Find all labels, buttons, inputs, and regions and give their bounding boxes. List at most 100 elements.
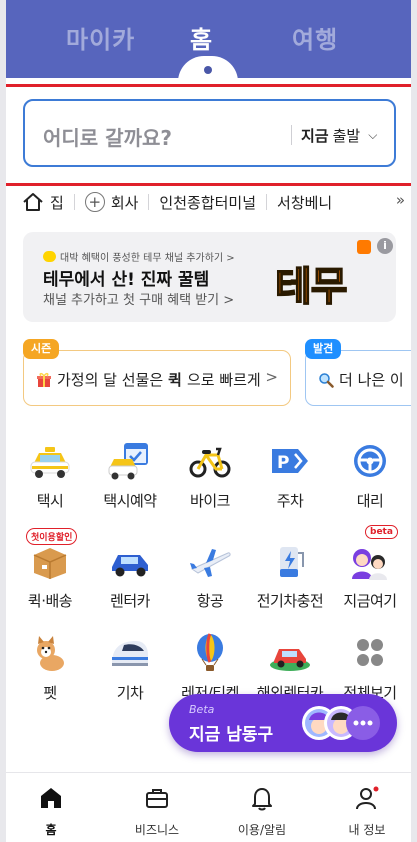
highlight-line-top [6, 84, 411, 87]
promo-text: 더 나은 이 [318, 369, 404, 390]
service-rent-car[interactable]: 렌터카 [94, 541, 166, 611]
favorite-places: 집 + 회사 인천종합터미널 서창베니 » [22, 190, 411, 214]
grid-icon [348, 633, 392, 673]
shortcut-incheon-terminal[interactable]: 인천종합터미널 [159, 192, 256, 213]
service-label: 바이크 [190, 492, 230, 510]
promo-text-bold: 퀵 [168, 371, 182, 389]
shortcut-seochang[interactable]: 서창베니 [277, 192, 332, 213]
service-driver[interactable]: 대리 [334, 441, 406, 511]
bell-icon [252, 788, 272, 811]
nav-label: 비즈니스 [134, 823, 180, 837]
service-label: 퀵·배송 [27, 592, 73, 610]
home-icon [41, 788, 61, 808]
service-ev-charging[interactable]: 전기차충전 [254, 541, 326, 611]
service-train[interactable]: 기차 [94, 633, 166, 703]
service-here-now[interactable]: 지금여기 [334, 541, 406, 611]
banner-title: 테무에서 산! 진짜 꿀템 [43, 270, 210, 290]
promo-tag: 발견 [305, 339, 342, 359]
promo-card-season[interactable]: 시즌 가정의 달 선물은 퀵 으로 빠르게 > [23, 339, 291, 406]
service-label: 주차 [276, 492, 304, 510]
shortcut-label: 인천종합터미널 [159, 193, 257, 212]
service-label: 지금여기 [343, 592, 397, 610]
service-flight[interactable]: 항공 [174, 541, 246, 611]
service-taxi-reservation[interactable]: 택시예약 [94, 441, 166, 511]
box-icon [28, 541, 72, 581]
service-label: 항공 [196, 592, 224, 610]
service-quick-delivery[interactable]: 퀵·배송 [14, 541, 86, 611]
parking-icon: P [268, 441, 312, 481]
service-bike[interactable]: 바이크 [174, 441, 246, 511]
promo-text-pre: 가정의 달 선물은 [57, 371, 164, 389]
service-pet[interactable]: 펫 [14, 633, 86, 703]
divider [148, 194, 150, 210]
service-view-all[interactable]: 전체보기 [334, 633, 406, 703]
shortcut-label: 서창베니 [277, 193, 333, 212]
banner-caption-text: 대박 혜택이 풍성한 테무 채널 추가하기 > [60, 253, 235, 264]
overseas-car-icon [268, 633, 312, 673]
shortcut-home[interactable]: 집 [22, 192, 64, 213]
bottom-navigation: 홈 비즈니스 이용/알림 내 정보 [6, 772, 411, 842]
nav-label: 내 정보 [348, 823, 386, 837]
magnifier-icon [319, 372, 334, 388]
kakao-chat-icon [43, 251, 56, 262]
ev-charger-icon [268, 541, 312, 581]
plus-icon: + [84, 192, 105, 212]
car-icon [108, 541, 152, 581]
service-leisure-ticket[interactable]: 레저/티켓 [174, 633, 246, 703]
promo-text-main: 더 나은 이 [339, 371, 404, 389]
home-outline-icon [23, 193, 43, 211]
promo-text-post: 으로 빠르게 [186, 371, 261, 389]
hot-air-balloon-icon [188, 633, 232, 673]
nav-my-info[interactable]: 내 정보 [327, 785, 407, 838]
beta-badge: beta [365, 525, 398, 539]
here-now-floating-button[interactable]: Beta 지금 남동구 [169, 694, 397, 752]
nav-home[interactable]: 홈 [11, 785, 91, 838]
svg-text:P: P [277, 453, 289, 473]
service-label: 택시예약 [103, 492, 157, 510]
service-label: 렌터카 [110, 592, 150, 610]
dog-icon [28, 633, 72, 673]
service-label: 대리 [356, 492, 384, 510]
briefcase-icon [146, 789, 168, 808]
avatars-icon [302, 706, 380, 740]
more-shortcuts-icon[interactable]: » [381, 191, 405, 209]
first-use-discount-badge: 첫이용할인 [26, 528, 78, 545]
steering-wheel-icon [348, 441, 392, 481]
tab-home[interactable]: 홈 [190, 20, 213, 55]
taxi-icon [28, 441, 72, 481]
service-parking[interactable]: P 주차 [254, 441, 326, 511]
airplane-icon [188, 541, 232, 581]
divider [266, 194, 268, 210]
person-icon [356, 786, 379, 810]
taxi-calendar-icon [108, 441, 152, 481]
service-overseas-rent-car[interactable]: 해외렌터카 [254, 633, 326, 703]
app-screen: 마이카 홈 여행 어디로 갈까요? 지금 출발 ⌵ 집 + 회사 인천종합터미널 [6, 0, 411, 842]
train-icon [108, 633, 152, 673]
temu-logo: 테무 [274, 263, 348, 311]
nav-label: 홈 [45, 823, 57, 837]
search-placeholder: 어디로 갈까요? [43, 126, 172, 150]
banner-caption: 대박 혜택이 풍성한 테무 채널 추가하기 > [43, 249, 235, 264]
people-icon [348, 541, 392, 581]
service-taxi[interactable]: 택시 [14, 441, 86, 511]
nav-usage-notifications[interactable]: 이용/알림 [222, 785, 302, 838]
fab-text: 지금 남동구 [189, 725, 274, 745]
promo-card-discover[interactable]: 발견 더 나은 이 [305, 339, 411, 406]
info-icon[interactable]: i [377, 238, 393, 254]
shortcut-office[interactable]: + 회사 [84, 192, 139, 213]
time-now: 지금 [301, 127, 329, 145]
chevron-right-icon: > [265, 368, 278, 386]
fab-beta-label: Beta [189, 703, 215, 716]
tab-mycar[interactable]: 마이카 [66, 20, 135, 55]
destination-search[interactable]: 어디로 갈까요? 지금 출발 ⌵ [23, 99, 396, 167]
shortcut-label: 회사 [110, 193, 139, 212]
ad-banner[interactable]: 대박 혜택이 풍성한 테무 채널 추가하기 > 테무에서 산! 진짜 꿀템 채널… [23, 232, 396, 322]
departure-time-select[interactable]: 지금 출발 ⌵ [301, 125, 377, 146]
tab-travel[interactable]: 여행 [292, 20, 338, 55]
gift-icon [37, 372, 51, 387]
nav-business[interactable]: 비즈니스 [117, 785, 197, 838]
divider [73, 194, 75, 210]
temu-badge-icon [357, 240, 371, 254]
time-depart: 출발 [332, 127, 361, 145]
highlight-line-bottom [6, 183, 411, 186]
